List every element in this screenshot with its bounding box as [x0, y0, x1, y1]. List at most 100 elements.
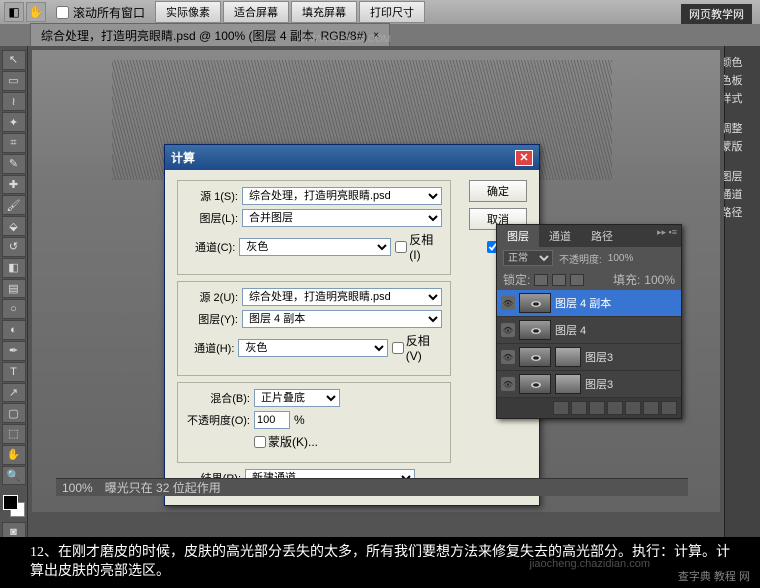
layer-thumbnail[interactable]	[519, 320, 551, 340]
group-icon[interactable]	[625, 401, 641, 415]
blend-mode-select[interactable]: 正常	[503, 250, 553, 266]
source1-select[interactable]: 综合处理，打造明亮眼睛.psd	[242, 187, 442, 205]
lock-all-icon[interactable]	[570, 274, 584, 286]
channel2-select[interactable]: 灰色	[238, 339, 387, 357]
delete-layer-icon[interactable]	[661, 401, 677, 415]
layer-row[interactable]: 👁 图层3	[497, 371, 681, 398]
fit-screen-button[interactable]: 适合屏幕	[223, 1, 289, 23]
url-watermark: WWW.WEBJX.COM	[300, 34, 391, 45]
healing-tool-icon[interactable]: ✚	[2, 175, 26, 195]
scroll-all-checkbox[interactable]	[56, 6, 69, 19]
fill-value[interactable]: 100%	[644, 273, 675, 287]
canvas[interactable]: 计算 ✕ 源 1(S): 综合处理，打造明亮眼睛.psd 图层(L): 合并图层	[28, 46, 724, 542]
layer-thumbnail[interactable]	[519, 293, 551, 313]
dodge-tool-icon[interactable]: ◐	[2, 320, 26, 340]
layer-row[interactable]: 👁 图层3	[497, 344, 681, 371]
visibility-icon[interactable]: 👁	[501, 323, 515, 337]
link-layers-icon[interactable]	[553, 401, 569, 415]
dialog-fields: 源 1(S): 综合处理，打造明亮眼睛.psd 图层(L): 合并图层 通道(C…	[177, 180, 451, 491]
lock-pixels-icon[interactable]	[534, 274, 548, 286]
app-icon[interactable]: ◧	[4, 2, 24, 22]
opacity-pct: %	[294, 413, 305, 427]
blur-tool-icon[interactable]: ○	[2, 299, 26, 319]
hand-tool-icon[interactable]: ✋	[2, 445, 26, 465]
layer-row[interactable]: 👁 图层 4 副本	[497, 290, 681, 317]
tab-paths[interactable]: 路径	[581, 225, 623, 247]
path-tool-icon[interactable]: ↗	[2, 383, 26, 403]
zoom-tool-icon[interactable]: 🔍	[2, 466, 26, 486]
toolbox: ↖ ▭ ≀ ✦ ⌗ ✎ ✚ 🖌 ⬙ ↺ ◧ ▤ ○ ◐ ✒ T ↗ ▢ ⬚ ✋ …	[0, 46, 28, 542]
fill-screen-button[interactable]: 填充屏幕	[291, 1, 357, 23]
visibility-icon[interactable]: 👁	[501, 377, 515, 391]
new-layer-icon[interactable]	[643, 401, 659, 415]
lasso-tool-icon[interactable]: ≀	[2, 92, 26, 112]
shape-tool-icon[interactable]: ▢	[2, 403, 26, 423]
tab-layers[interactable]: 图层	[497, 225, 539, 247]
adjustment-layer-icon[interactable]	[607, 401, 623, 415]
gradient-tool-icon[interactable]: ▤	[2, 279, 26, 299]
scroll-all-windows-checkbox[interactable]: 滚动所有窗口	[56, 4, 145, 21]
source2-select[interactable]: 综合处理，打造明亮眼睛.psd	[242, 288, 442, 306]
source2-label: 源 2(U):	[186, 289, 238, 305]
actual-pixels-button[interactable]: 实际像素	[155, 1, 221, 23]
history-brush-icon[interactable]: ↺	[2, 237, 26, 257]
invert2-checkbox[interactable]: 反相(V)	[392, 332, 442, 363]
hand-tool-icon[interactable]: ✋	[26, 2, 46, 22]
marquee-tool-icon[interactable]: ▭	[2, 71, 26, 91]
brush-tool-icon[interactable]: 🖌	[2, 195, 26, 215]
channel1-label: 通道(C):	[186, 239, 235, 255]
opacity-input[interactable]	[254, 411, 290, 429]
layers-panel: 图层 通道 路径 ▸▸ ▪≡ 正常 不透明度: 100% 锁定: 填充: 100…	[496, 224, 682, 419]
panel-lock-row: 锁定: 填充: 100%	[497, 269, 681, 290]
layer-thumbnail[interactable]	[519, 374, 551, 394]
layer1-select[interactable]: 合并图层	[242, 209, 442, 227]
layer-mask-icon[interactable]	[589, 401, 605, 415]
source1-label: 源 1(S):	[186, 188, 238, 204]
blend-select[interactable]: 正片叠底	[254, 389, 340, 407]
eraser-tool-icon[interactable]: ◧	[2, 258, 26, 278]
crop-tool-icon[interactable]: ⌗	[2, 133, 26, 153]
layer-row[interactable]: 👁 图层 4	[497, 317, 681, 344]
mask-checkbox[interactable]: 蒙版(K)...	[254, 433, 318, 450]
panel-menu-icon[interactable]: ▸▸ ▪≡	[653, 225, 681, 247]
layer-mask-thumbnail[interactable]	[555, 374, 581, 394]
print-size-button[interactable]: 打印尺寸	[359, 1, 425, 23]
stamp-tool-icon[interactable]: ⬙	[2, 216, 26, 236]
site-badge: 网页教学网	[681, 4, 752, 24]
main-workspace: ↖ ▭ ≀ ✦ ⌗ ✎ ✚ 🖌 ⬙ ↺ ◧ ▤ ○ ◐ ✒ T ↗ ▢ ⬚ ✋ …	[0, 46, 760, 542]
opacity-label: 不透明度:	[559, 251, 602, 266]
panel-options: 正常 不透明度: 100%	[497, 247, 681, 269]
move-tool-icon[interactable]: ↖	[2, 50, 26, 70]
visibility-icon[interactable]: 👁	[501, 350, 515, 364]
zoom-level[interactable]: 100%	[62, 481, 93, 495]
layer-mask-thumbnail[interactable]	[555, 347, 581, 367]
scroll-all-label: 滚动所有窗口	[73, 4, 145, 21]
type-tool-icon[interactable]: T	[2, 362, 26, 382]
opacity-value[interactable]: 100%	[608, 253, 634, 264]
eyedropper-tool-icon[interactable]: ✎	[2, 154, 26, 174]
pen-tool-icon[interactable]: ✒	[2, 341, 26, 361]
panel-footer	[497, 398, 681, 418]
dialog-close-button[interactable]: ✕	[515, 150, 533, 166]
3d-tool-icon[interactable]: ⬚	[2, 424, 26, 444]
lock-position-icon[interactable]	[552, 274, 566, 286]
status-bar: 100% 曝光只在 32 位起作用	[56, 478, 688, 496]
layer-thumbnail[interactable]	[519, 347, 551, 367]
layer2-select[interactable]: 图层 4 副本	[242, 310, 442, 328]
tab-channels[interactable]: 通道	[539, 225, 581, 247]
layer-list: 👁 图层 4 副本 👁 图层 4 👁 图层3 👁	[497, 290, 681, 398]
wand-tool-icon[interactable]: ✦	[2, 112, 26, 132]
watermark: 查字典 教程 网	[678, 568, 750, 584]
ok-button[interactable]: 确定	[469, 180, 527, 202]
visibility-icon[interactable]: 👁	[501, 296, 515, 310]
channel2-label: 通道(H):	[186, 340, 234, 356]
status-info: 曝光只在 32 位起作用	[105, 479, 221, 496]
layer-fx-icon[interactable]	[571, 401, 587, 415]
panel-tabs: 图层 通道 路径 ▸▸ ▪≡	[497, 225, 681, 247]
invert1-checkbox[interactable]: 反相(I)	[395, 231, 442, 262]
dialog-titlebar[interactable]: 计算 ✕	[165, 145, 539, 170]
color-swatch[interactable]	[3, 495, 25, 517]
foreground-color-icon[interactable]	[3, 495, 18, 510]
channel1-select[interactable]: 灰色	[239, 238, 391, 256]
watermark-url: jiaocheng.chazidian.com	[530, 558, 650, 570]
